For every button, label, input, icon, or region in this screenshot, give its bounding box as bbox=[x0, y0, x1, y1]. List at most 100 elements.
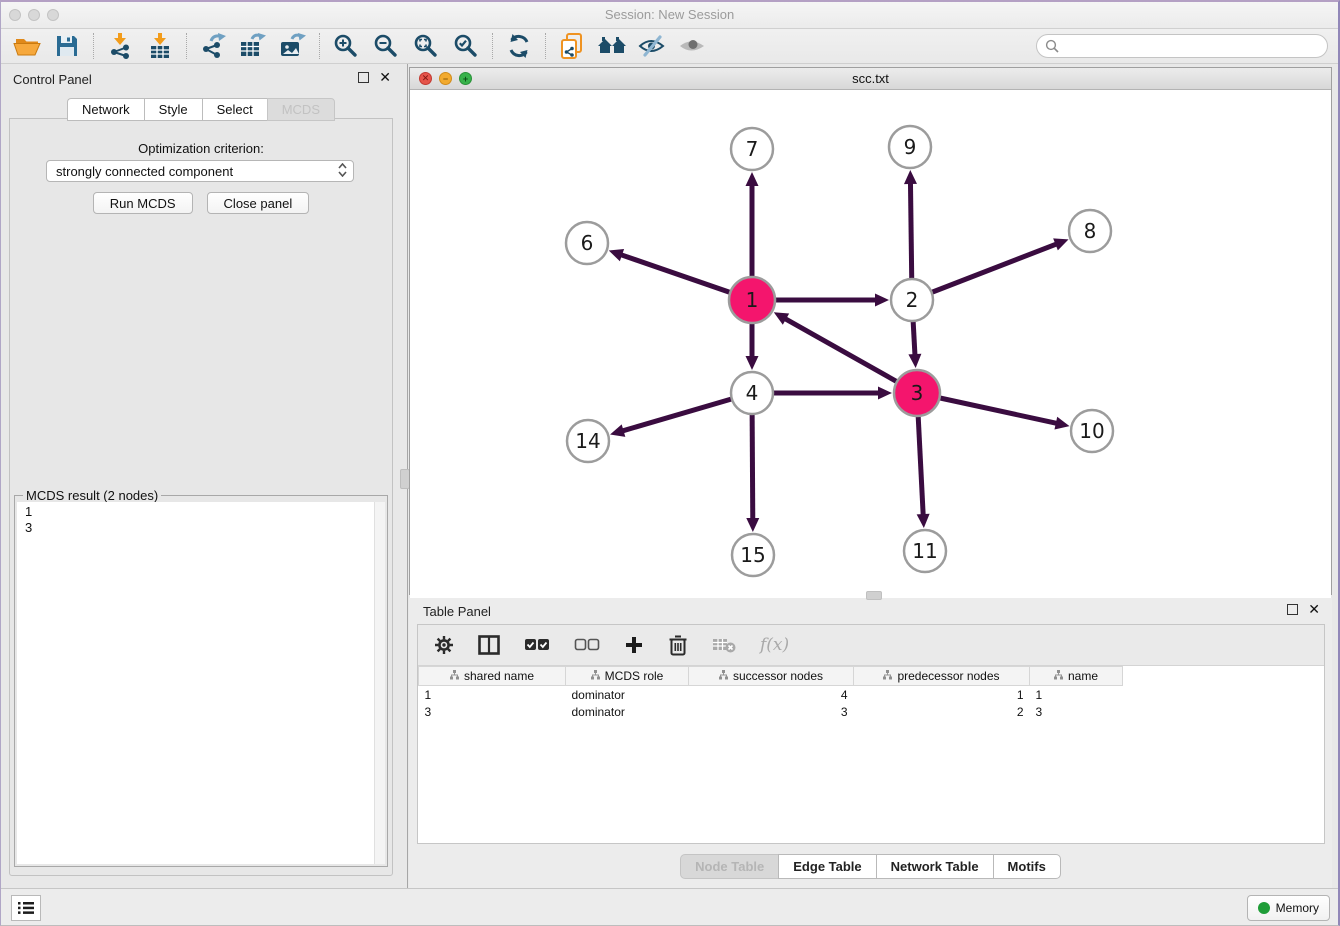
close-window-icon[interactable] bbox=[9, 9, 21, 21]
frame-minimize-icon[interactable]: − bbox=[439, 72, 452, 85]
table-row[interactable]: 3dominator323 bbox=[419, 703, 1123, 720]
memory-button[interactable]: Memory bbox=[1247, 895, 1330, 921]
graph-node-3[interactable]: 3 bbox=[894, 370, 940, 416]
table-row[interactable]: 1dominator411 bbox=[419, 686, 1123, 704]
network-canvas[interactable]: 7 9 6 8 1 2 4 3 14 10 15 11 bbox=[410, 90, 1331, 599]
table-cell[interactable]: 1 bbox=[419, 686, 566, 704]
memory-label: Memory bbox=[1276, 901, 1319, 915]
column-header[interactable]: shared name bbox=[419, 667, 566, 686]
table-cell[interactable]: 3 bbox=[689, 703, 854, 720]
refresh-icon[interactable] bbox=[499, 31, 539, 61]
zoom-fit-icon[interactable] bbox=[406, 31, 446, 61]
tab-motifs[interactable]: Motifs bbox=[993, 854, 1061, 879]
edge-arrowhead bbox=[609, 249, 624, 261]
delete-column-icon[interactable] bbox=[668, 634, 688, 656]
network-frame-titlebar[interactable]: ✕ − + scc.txt bbox=[410, 68, 1331, 90]
graph-node-9[interactable]: 9 bbox=[889, 126, 931, 168]
edge-arrowhead bbox=[875, 294, 889, 307]
graph-node-1[interactable]: 1 bbox=[729, 277, 775, 323]
graph-node-7[interactable]: 7 bbox=[731, 128, 773, 170]
graph-node-6[interactable]: 6 bbox=[566, 222, 608, 264]
graph-node-8[interactable]: 8 bbox=[1069, 210, 1111, 252]
network-view-frame: ✕ − + scc.txt 7 9 6 8 1 2 4 3 14 10 15 11 bbox=[409, 67, 1332, 595]
table-cell[interactable]: 1 bbox=[854, 686, 1030, 704]
tab-edge-table[interactable]: Edge Table bbox=[778, 854, 875, 879]
overview-icon[interactable] bbox=[592, 31, 632, 61]
column-header[interactable]: successor nodes bbox=[689, 667, 854, 686]
tab-style[interactable]: Style bbox=[144, 98, 202, 121]
table-cell[interactable]: dominator bbox=[566, 686, 689, 704]
table-cell[interactable]: 3 bbox=[1030, 703, 1123, 720]
search-input[interactable] bbox=[1063, 38, 1327, 55]
tab-network-table[interactable]: Network Table bbox=[876, 854, 993, 879]
task-history-button[interactable] bbox=[11, 895, 41, 921]
zoom-in-icon[interactable] bbox=[326, 31, 366, 61]
show-details-icon[interactable] bbox=[672, 31, 712, 61]
frame-close-icon[interactable]: ✕ bbox=[419, 72, 432, 85]
edge-arrowhead bbox=[746, 518, 759, 532]
graph-node-4[interactable]: 4 bbox=[731, 372, 773, 414]
toolbar-separator bbox=[545, 33, 546, 59]
graph-edge-2-8[interactable] bbox=[912, 244, 1057, 300]
import-network-icon[interactable] bbox=[100, 31, 140, 61]
graph-node-10[interactable]: 10 bbox=[1071, 410, 1113, 452]
settings-gear-icon[interactable] bbox=[434, 635, 454, 655]
zoom-out-icon[interactable] bbox=[366, 31, 406, 61]
tree-sort-icon bbox=[719, 669, 728, 683]
mcds-result-list: 1 3 bbox=[17, 502, 374, 864]
tab-node-table[interactable]: Node Table bbox=[680, 854, 778, 879]
chevron-up-down-icon bbox=[338, 163, 347, 180]
graph-node-11[interactable]: 11 bbox=[904, 530, 946, 572]
result-scrollbar[interactable] bbox=[374, 502, 385, 864]
float-panel-icon[interactable] bbox=[358, 72, 369, 83]
search-field[interactable] bbox=[1036, 34, 1328, 58]
table-cell[interactable]: 2 bbox=[854, 703, 1030, 720]
tab-select[interactable]: Select bbox=[202, 98, 267, 121]
first-neighbors-icon[interactable] bbox=[552, 31, 592, 61]
open-session-icon[interactable] bbox=[7, 31, 47, 61]
dropdown-value: strongly connected component bbox=[56, 164, 233, 179]
table-cell[interactable]: dominator bbox=[566, 703, 689, 720]
tree-sort-icon bbox=[883, 669, 892, 683]
close-table-panel-icon[interactable]: ✕ bbox=[1308, 604, 1320, 615]
export-table-icon[interactable] bbox=[233, 31, 273, 61]
deselect-all-icon[interactable] bbox=[574, 638, 600, 652]
column-header[interactable]: name bbox=[1030, 667, 1123, 686]
minimize-window-icon[interactable] bbox=[28, 9, 40, 21]
function-builder-icon[interactable]: f(x) bbox=[760, 635, 789, 655]
zoom-selected-icon[interactable] bbox=[446, 31, 486, 61]
tab-mcds[interactable]: MCDS bbox=[267, 98, 335, 121]
close-panel-icon[interactable]: ✕ bbox=[379, 72, 391, 83]
table-cell[interactable]: 4 bbox=[689, 686, 854, 704]
export-network-icon[interactable] bbox=[193, 31, 233, 61]
control-panel: Control Panel ✕ Network Style Select MCD… bbox=[1, 64, 401, 880]
graph-node-2[interactable]: 2 bbox=[891, 279, 933, 321]
delete-table-icon[interactable] bbox=[712, 636, 736, 654]
table-cell[interactable]: 3 bbox=[419, 703, 566, 720]
maximize-window-icon[interactable] bbox=[47, 9, 59, 21]
horizontal-splitter-grip[interactable] bbox=[866, 591, 882, 600]
optimization-criterion-label: Optimization criterion: bbox=[10, 141, 392, 156]
memory-status-icon bbox=[1258, 902, 1270, 914]
column-header[interactable]: MCDS role bbox=[566, 667, 689, 686]
save-session-icon[interactable] bbox=[47, 31, 87, 61]
hide-details-icon[interactable] bbox=[632, 31, 672, 61]
title-bar: Session: New Session bbox=[1, 2, 1338, 29]
table-cell[interactable]: 1 bbox=[1030, 686, 1123, 704]
close-panel-button[interactable]: Close panel bbox=[207, 192, 310, 214]
optimization-dropdown[interactable]: strongly connected component bbox=[46, 160, 354, 182]
import-table-icon[interactable] bbox=[140, 31, 180, 61]
run-mcds-button[interactable]: Run MCDS bbox=[93, 192, 193, 214]
frame-zoom-icon[interactable]: + bbox=[459, 72, 472, 85]
select-all-checks-icon[interactable] bbox=[524, 638, 550, 652]
column-header[interactable]: predecessor nodes bbox=[854, 667, 1030, 686]
svg-text:2: 2 bbox=[906, 288, 919, 312]
column-layout-icon[interactable] bbox=[478, 635, 500, 655]
add-column-icon[interactable] bbox=[624, 635, 644, 655]
mcds-result-groupbox: MCDS result (2 nodes) 1 3 bbox=[14, 495, 388, 867]
export-image-icon[interactable] bbox=[273, 31, 313, 61]
graph-node-15[interactable]: 15 bbox=[732, 534, 774, 576]
float-table-panel-icon[interactable] bbox=[1287, 604, 1298, 615]
graph-node-14[interactable]: 14 bbox=[567, 420, 609, 462]
tab-network[interactable]: Network bbox=[67, 98, 144, 121]
